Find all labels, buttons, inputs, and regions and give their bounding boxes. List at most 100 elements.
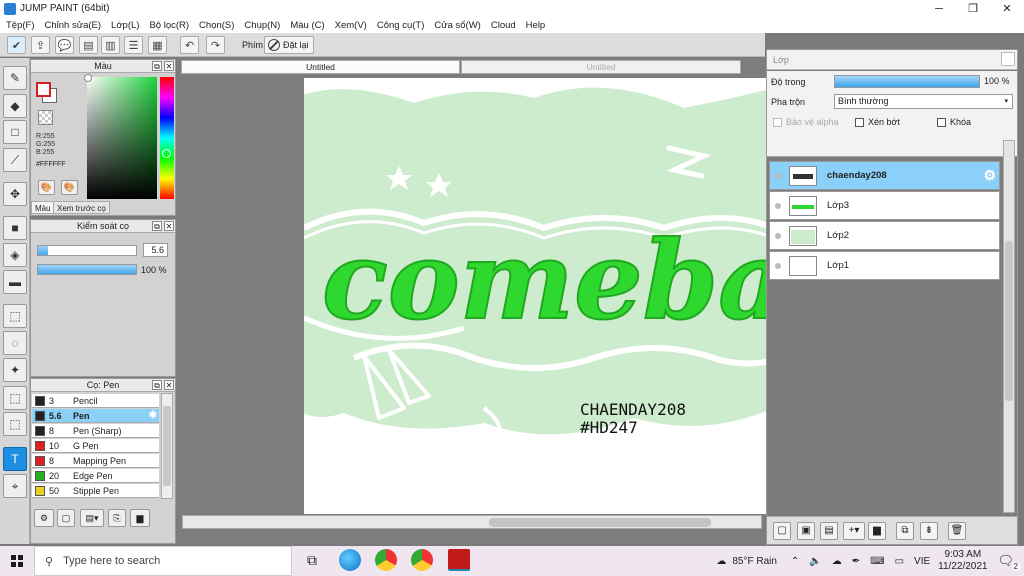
- text-tool-icon[interactable]: T: [3, 447, 27, 471]
- document-icon[interactable]: ▥: [101, 36, 120, 54]
- add-layer-menu-icon[interactable]: +▾: [843, 522, 865, 540]
- clock[interactable]: 9:03 AM 11/22/2021: [938, 549, 987, 573]
- menu-window[interactable]: Cửa sổ(W): [434, 20, 480, 31]
- eyedropper-tool-icon[interactable]: ⌖: [3, 474, 27, 498]
- check-icon[interactable]: ✔: [7, 36, 26, 54]
- gear-icon[interactable]: ⚙: [983, 167, 996, 184]
- blend-mode-select[interactable]: Bình thường ▾: [834, 94, 1013, 109]
- menu-help[interactable]: Help: [526, 20, 546, 31]
- menu-select[interactable]: Chọn(S): [199, 20, 234, 31]
- brush-folder-icon[interactable]: ▆: [130, 509, 150, 527]
- canvas-paper[interactable]: comeback CHAENDAY208 #HD247: [304, 78, 766, 514]
- protect-alpha-checkbox[interactable]: Bảo vệ alpha: [773, 117, 839, 127]
- bucket-tool-icon[interactable]: ◈: [3, 243, 27, 267]
- comment-icon[interactable]: ▤: [79, 36, 98, 54]
- brush-size-input[interactable]: 5.6: [143, 243, 168, 257]
- visibility-toggle[interactable]: [775, 262, 781, 269]
- menu-capture[interactable]: Chụp(N): [244, 20, 280, 31]
- brush-list-scroll-thumb[interactable]: [163, 406, 171, 486]
- canvas-scroll-thumb[interactable]: [489, 518, 711, 527]
- brush-item[interactable]: 10 G Pen: [32, 439, 159, 453]
- hue-marker[interactable]: [162, 149, 171, 158]
- volume-icon[interactable]: 🔈: [809, 556, 821, 567]
- popout-icon[interactable]: ⧉: [152, 61, 162, 71]
- chrome-icon[interactable]: [375, 549, 397, 571]
- canvas-horizontal-scrollbar[interactable]: [182, 515, 762, 529]
- duplicate-layer-icon[interactable]: ⧉: [896, 522, 914, 540]
- brush-size-slider[interactable]: [37, 245, 137, 256]
- task-view-icon[interactable]: ⧉: [301, 549, 323, 571]
- layer-list-scroll-thumb[interactable]: [1005, 241, 1013, 401]
- layer-row[interactable]: Lớp2: [769, 221, 1000, 250]
- select-pen-icon[interactable]: ⬚: [3, 386, 27, 410]
- brush-copy-icon[interactable]: ⎘: [108, 509, 126, 527]
- menu-view[interactable]: Xem(V): [335, 20, 367, 31]
- rectangle-tool-icon[interactable]: □: [3, 120, 27, 144]
- close-icon[interactable]: ✕: [164, 380, 174, 390]
- close-icon[interactable]: ✕: [164, 221, 174, 231]
- layer-opacity-slider[interactable]: [834, 75, 980, 88]
- brush-item[interactable]: 5.6 Pen ✱: [32, 409, 159, 423]
- menu-layer[interactable]: Lớp(L): [111, 20, 139, 31]
- hue-slider[interactable]: [160, 77, 174, 199]
- list-icon[interactable]: ☰: [124, 36, 143, 54]
- reset-button[interactable]: Đặt lại: [264, 36, 314, 54]
- brush-preset-icon[interactable]: ⚙: [34, 509, 54, 527]
- onedrive-icon[interactable]: ☁: [832, 556, 842, 567]
- brush-list-scrollbar[interactable]: [161, 393, 173, 499]
- layer-row[interactable]: Lớp3: [769, 191, 1000, 220]
- magic-wand-icon[interactable]: ✦: [3, 358, 27, 382]
- gradient-tool-icon[interactable]: ▬: [3, 270, 27, 294]
- brush-tool-icon[interactable]: ✎: [3, 66, 27, 90]
- weather-text[interactable]: 85°F Rain: [732, 556, 777, 567]
- layer-row[interactable]: Lớp1: [769, 251, 1000, 280]
- visibility-toggle[interactable]: [775, 202, 781, 209]
- chevron-up-icon[interactable]: ⌃: [791, 556, 799, 567]
- new-halftone-layer-icon[interactable]: ▤: [820, 522, 838, 540]
- speech-bubble-icon[interactable]: 💬: [55, 36, 74, 54]
- new-brush-icon[interactable]: ▢: [57, 509, 75, 527]
- brush-item[interactable]: 8 Pen (Sharp): [32, 424, 159, 438]
- redo-icon[interactable]: ↷: [206, 36, 225, 54]
- brush-opacity-slider[interactable]: [37, 264, 137, 275]
- fill-rect-tool-icon[interactable]: ■: [3, 216, 27, 240]
- saturation-value-picker[interactable]: [84, 74, 157, 199]
- brush-menu-icon[interactable]: ▤▾: [80, 509, 104, 527]
- brush-item[interactable]: 8 Mapping Pen: [32, 454, 159, 468]
- network-icon[interactable]: ▭: [895, 556, 904, 567]
- trash-icon[interactable]: 🗑: [948, 522, 966, 540]
- select-eraser-icon[interactable]: ⬚: [3, 412, 27, 436]
- layer-list-scrollbar[interactable]: [1003, 140, 1015, 513]
- chrome-profile-icon[interactable]: [411, 549, 433, 571]
- transparent-swatch[interactable]: [38, 110, 53, 125]
- layer-row[interactable]: chaenday208 ⚙: [769, 161, 1000, 190]
- visibility-toggle[interactable]: [775, 232, 781, 239]
- palette-edit-icon[interactable]: 🎨: [61, 180, 78, 195]
- new-raster-layer-icon[interactable]: ▣: [797, 522, 815, 540]
- edge-icon[interactable]: [339, 549, 361, 571]
- jump-paint-taskbar-icon[interactable]: [448, 549, 470, 571]
- maximize-button[interactable]: ❐: [956, 2, 990, 15]
- tab-untitled-inactive[interactable]: Untitled: [461, 60, 741, 74]
- gear-icon[interactable]: ✱: [149, 410, 157, 421]
- folder-icon[interactable]: ▆: [868, 522, 886, 540]
- export-icon[interactable]: ⇪: [31, 36, 50, 54]
- lock-checkbox[interactable]: Khóa: [937, 117, 971, 127]
- close-icon[interactable]: ✕: [164, 61, 174, 71]
- menu-tools[interactable]: Công cụ(T): [377, 20, 425, 31]
- minimize-button[interactable]: ─: [922, 3, 956, 15]
- menu-edit[interactable]: Chỉnh sửa(E): [45, 20, 102, 31]
- tab-color[interactable]: Màu: [31, 201, 55, 214]
- palette-icon[interactable]: 🎨: [38, 180, 55, 195]
- visibility-toggle[interactable]: [775, 172, 781, 179]
- brush-item[interactable]: 20 Edge Pen: [32, 469, 159, 483]
- undo-icon[interactable]: ↶: [180, 36, 199, 54]
- close-button[interactable]: ✕: [990, 2, 1024, 15]
- language-indicator[interactable]: VIE: [914, 556, 930, 567]
- keyboard-icon[interactable]: ⌨: [870, 556, 884, 567]
- layer-window-close[interactable]: [1001, 52, 1015, 66]
- taskbar-search[interactable]: ⚲ Type here to search: [34, 546, 292, 576]
- clipping-checkbox[interactable]: Xén bớt: [855, 117, 900, 127]
- menu-filter[interactable]: Bộ lọc(R): [149, 20, 189, 31]
- pen-icon[interactable]: ✒: [852, 556, 860, 567]
